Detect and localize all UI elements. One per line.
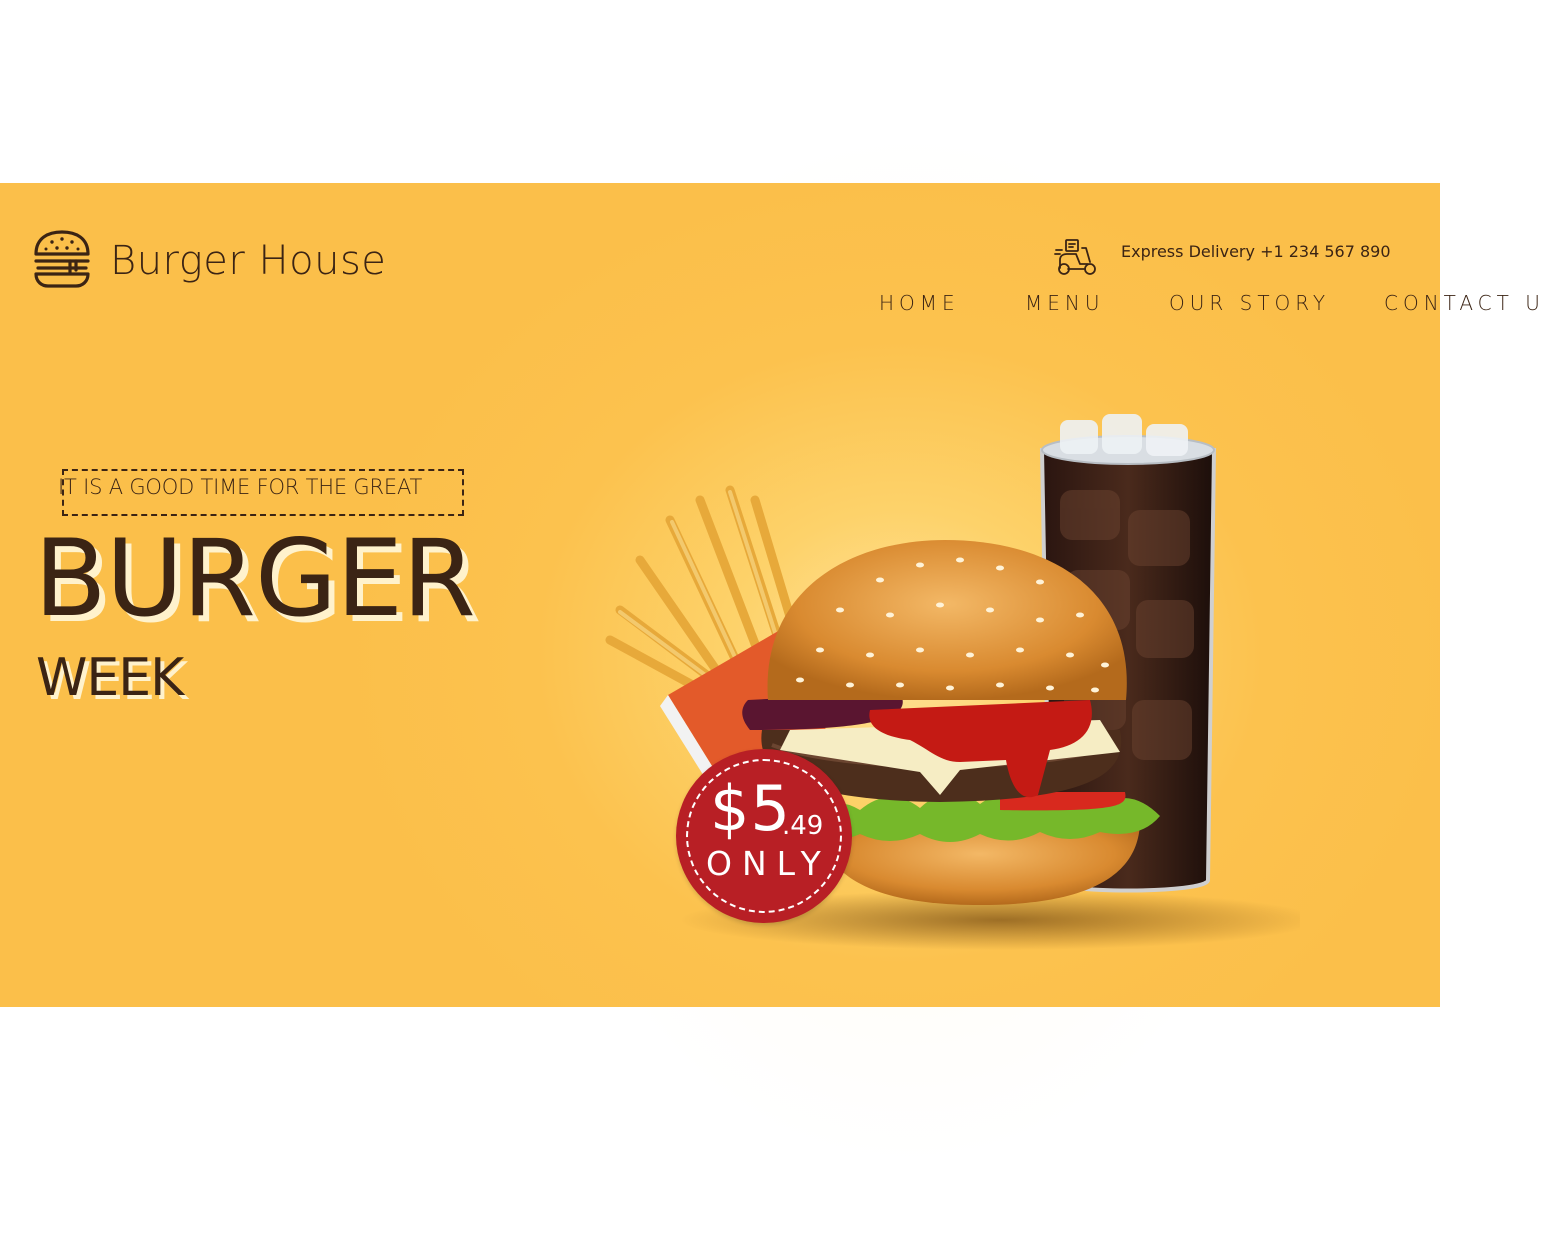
price-label: ONLY	[706, 844, 831, 883]
price-dollars: $5	[710, 772, 791, 845]
hero-tagline: IT IS A GOOD TIME FOR THE GREAT	[58, 475, 423, 499]
nav-home[interactable]: HOME	[879, 291, 960, 315]
nav-our-story[interactable]: OUR STORY	[1169, 291, 1330, 315]
nav-menu[interactable]: MENU	[1025, 291, 1105, 315]
brand-name[interactable]: Burger House	[110, 238, 386, 284]
delivery-scooter-icon	[1054, 239, 1096, 275]
hero-title: BURGER	[34, 517, 476, 640]
delivery-phone[interactable]: Express Delivery +1 234 567 890	[1121, 242, 1391, 261]
burger-icon[interactable]	[32, 228, 92, 290]
price-cents: .49	[782, 811, 824, 841]
nav-contact-us[interactable]: CONTACT US	[1384, 291, 1545, 315]
hero-subtitle: WEEK	[36, 648, 184, 708]
